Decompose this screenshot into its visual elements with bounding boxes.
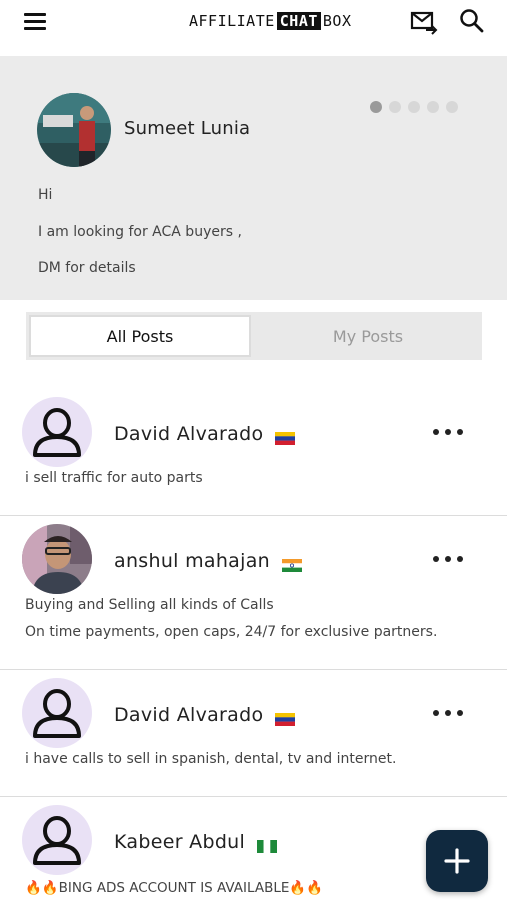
hamburger-menu-icon[interactable]	[22, 10, 48, 32]
banner-text-line: I am looking for ACA buyers ,	[38, 224, 242, 240]
post-body-line: i have calls to sell in spanish, dental,…	[25, 751, 397, 767]
more-options-icon[interactable]	[433, 426, 463, 438]
more-options-icon[interactable]	[433, 707, 463, 719]
venezuela-flag-icon	[275, 428, 296, 445]
posts-tab-bar: All Posts My Posts	[26, 312, 482, 360]
app-logo: AFFILIATE CHAT BOX	[189, 11, 352, 31]
venezuela-flag-icon	[275, 709, 296, 726]
post-author[interactable]: Kabeer Abdul	[114, 831, 278, 853]
post-body-line: Buying and Selling all kinds of Calls	[25, 597, 274, 613]
carousel-dot[interactable]	[446, 101, 458, 113]
post-body-line: i sell traffic for auto parts	[25, 470, 203, 486]
post-author[interactable]: David Alvarado	[114, 704, 296, 726]
carousel-dot[interactable]	[427, 101, 439, 113]
banner-user-name: Sumeet Lunia	[124, 118, 251, 139]
carousel-dot[interactable]	[389, 101, 401, 113]
tab-all-posts[interactable]: All Posts	[29, 315, 251, 357]
mail-forward-icon[interactable]	[410, 9, 438, 35]
banner-text-line: DM for details	[38, 260, 136, 276]
banner-avatar	[37, 93, 111, 167]
carousel-dot[interactable]	[408, 101, 420, 113]
logo-text-chat: CHAT	[276, 12, 321, 30]
user-placeholder-avatar[interactable]	[22, 805, 92, 875]
post-body-line: On time payments, open caps, 24/7 for ex…	[25, 624, 438, 640]
user-placeholder-avatar[interactable]	[22, 397, 92, 467]
india-flag-icon	[282, 555, 302, 572]
top-bar: AFFILIATE CHAT BOX	[0, 0, 507, 56]
post-author[interactable]: anshul mahajan	[114, 550, 302, 572]
post-author-name[interactable]: David Alvarado	[114, 704, 263, 726]
post-card[interactable]: David Alvarado i have calls to sell in s…	[0, 670, 507, 797]
user-photo-avatar[interactable]	[22, 524, 92, 594]
post-body-line: 🔥🔥BING ADS ACCOUNT IS AVAILABLE🔥🔥	[25, 880, 323, 896]
post-card[interactable]: anshul mahajan Buying and Selling all ki…	[0, 516, 507, 670]
post-author-name[interactable]: Kabeer Abdul	[114, 831, 245, 853]
carousel-indicator	[370, 101, 458, 113]
carousel-dot[interactable]	[370, 101, 382, 113]
logo-text-affiliate: AFFILIATE	[189, 12, 275, 30]
tab-my-posts[interactable]: My Posts	[254, 312, 482, 360]
nigeria-flag-icon	[257, 836, 278, 853]
new-post-button[interactable]	[426, 830, 488, 892]
post-author-name[interactable]: David Alvarado	[114, 423, 263, 445]
logo-text-box: BOX	[322, 12, 352, 30]
banner-text-line: Hi	[38, 187, 53, 203]
search-icon[interactable]	[459, 8, 485, 34]
more-options-icon[interactable]	[433, 553, 463, 565]
post-author[interactable]: David Alvarado	[114, 423, 296, 445]
post-card[interactable]: David Alvarado i sell traffic for auto p…	[0, 380, 507, 516]
featured-post-banner[interactable]: Sumeet Lunia Hi I am looking for ACA buy…	[0, 56, 507, 300]
post-author-name[interactable]: anshul mahajan	[114, 550, 270, 572]
plus-icon	[444, 848, 470, 874]
user-placeholder-avatar[interactable]	[22, 678, 92, 748]
